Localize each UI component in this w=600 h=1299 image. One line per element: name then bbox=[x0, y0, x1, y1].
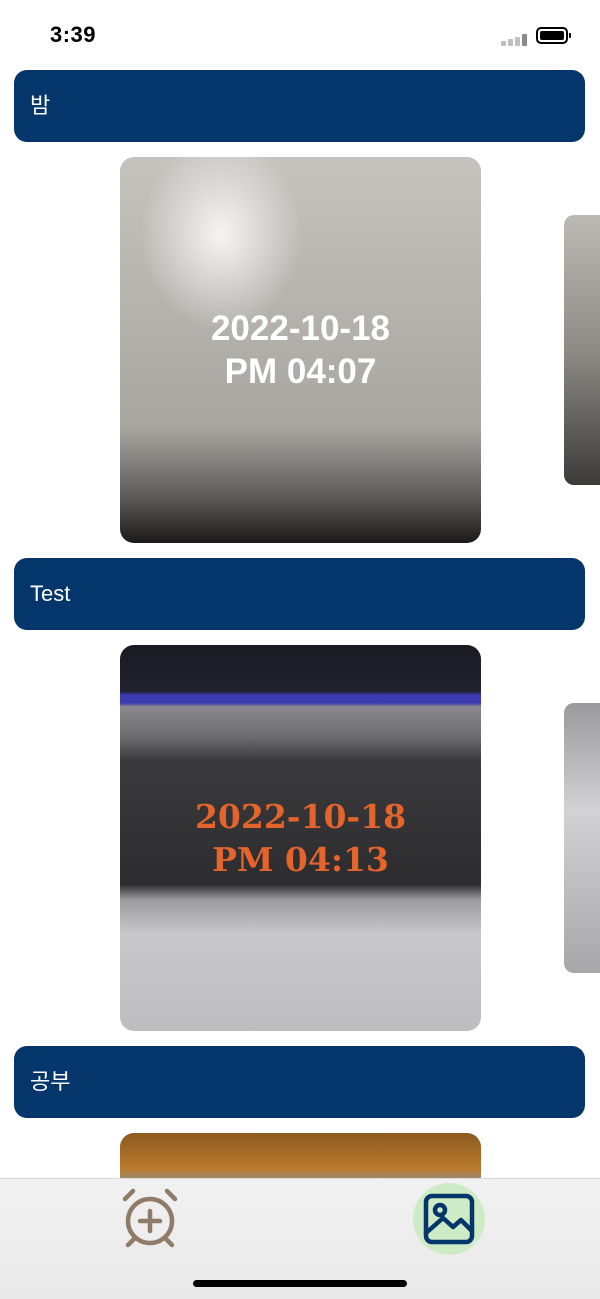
album-title: 밤 bbox=[30, 93, 51, 118]
photo-card[interactable]: 2022-10-18 PM 04:07 bbox=[120, 157, 481, 543]
photo-timestamp: 2022-10-18 PM 04:13 bbox=[120, 795, 481, 881]
cellular-signal-icon bbox=[501, 34, 529, 46]
album-title: 공부 bbox=[30, 1069, 71, 1094]
gallery-image-icon bbox=[423, 1193, 475, 1245]
photo-time: PM 04:13 bbox=[212, 840, 389, 879]
home-indicator bbox=[193, 1280, 407, 1287]
photo-timestamp: 2022-10-18 PM 04:07 bbox=[120, 307, 481, 393]
battery-icon bbox=[536, 27, 571, 44]
alarm-add-icon bbox=[122, 1188, 178, 1248]
photo-card[interactable]: 2022-10-18 PM 04:13 bbox=[120, 645, 481, 1031]
tab-gallery[interactable] bbox=[413, 1183, 485, 1255]
tab-add-alarm[interactable] bbox=[115, 1185, 185, 1255]
album-title: Test bbox=[30, 581, 71, 606]
status-time: 3:39 bbox=[50, 22, 97, 47]
status-bar: 3:39 bbox=[0, 0, 600, 66]
album-header-bam[interactable]: 밤 bbox=[14, 70, 585, 142]
photo-time: PM 04:07 bbox=[224, 352, 377, 391]
photo-date: 2022-10-18 bbox=[210, 309, 391, 348]
next-photo-peek[interactable] bbox=[564, 215, 600, 485]
album-header-test[interactable]: Test bbox=[14, 558, 585, 630]
album-header-gongbu[interactable]: 공부 bbox=[14, 1046, 585, 1118]
photo-date: 2022-10-18 bbox=[194, 797, 407, 836]
next-photo-peek[interactable] bbox=[564, 703, 600, 973]
